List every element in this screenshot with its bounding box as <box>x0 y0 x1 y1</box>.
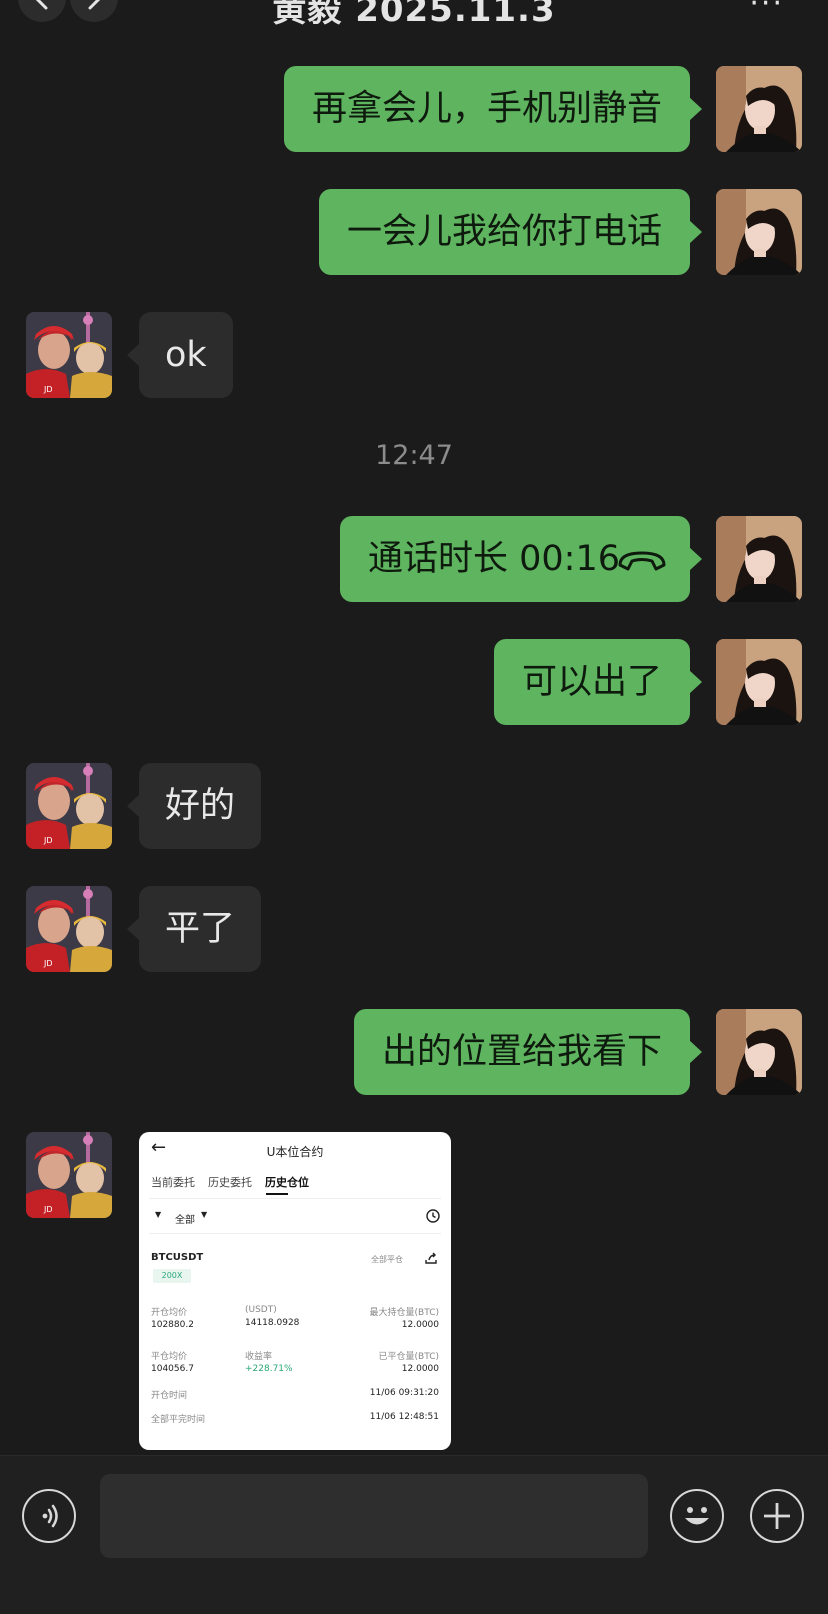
tab-underline <box>266 1193 288 1195</box>
close-avg-label: 平仓均价 <box>151 1352 188 1362</box>
filter-caret-icon: ▼ <box>155 1210 162 1219</box>
emoji-icon <box>685 1507 709 1525</box>
open-time-value: 11/06 09:31:20 <box>369 1388 439 1398</box>
divider <box>149 1198 441 1199</box>
filter-dropdown-icon: ▼ <box>201 1210 208 1219</box>
avatar-self[interactable] <box>716 1009 802 1095</box>
screenshot-title: U本位合约 <box>266 1145 324 1159</box>
message-text: 一会儿我给你打电话 <box>346 212 662 252</box>
tab-history-orders: 历史委托 <box>208 1176 252 1189</box>
filter-label: 全部 <box>175 1215 195 1226</box>
plus-icon <box>764 1503 790 1529</box>
open-avg-label: 开仓均价 <box>151 1308 188 1318</box>
avatar-image <box>716 516 802 602</box>
message-text: 可以出了 <box>521 662 662 702</box>
plus-button[interactable] <box>750 1489 804 1543</box>
avatar-image <box>716 639 802 725</box>
avatar-image <box>26 312 112 398</box>
voice-button[interactable] <box>22 1489 76 1543</box>
close-avg-value: 104056.7 <box>151 1364 194 1374</box>
message-bubble-incoming[interactable]: 平了 <box>126 886 262 972</box>
max-hold-value: 12.0000 <box>401 1320 439 1330</box>
close-time-value: 11/06 12:48:51 <box>369 1412 439 1422</box>
share-icon <box>425 1252 437 1264</box>
message-text: 好的 <box>165 786 236 826</box>
hangup-phone-icon <box>618 551 666 571</box>
message-bubble-outgoing[interactable]: 出的位置给我看下 <box>353 1009 703 1095</box>
roi-value: +228.71% <box>245 1364 293 1374</box>
avatar-self[interactable] <box>716 516 802 602</box>
voice-icon <box>42 1504 58 1528</box>
avatar-image <box>716 66 802 152</box>
call-record-bubble[interactable]: 通话时长 00:16 <box>340 516 702 602</box>
avatar-image <box>716 1009 802 1095</box>
avatar-self[interactable] <box>716 189 802 275</box>
leverage-badge: 200X <box>153 1269 191 1283</box>
closed-value: 12.0000 <box>401 1364 439 1374</box>
message-text: ok <box>165 335 207 375</box>
tab-history-positions: 历史仓位 <box>265 1176 309 1189</box>
roi-label: 收益率 <box>245 1352 273 1362</box>
chat-header: 黄毅 2025.11.3 ··· <box>0 0 828 30</box>
message-bubble-outgoing[interactable]: 再拿会儿，手机别静音 <box>283 66 703 152</box>
message-bubble-outgoing[interactable]: 可以出了 <box>493 639 703 725</box>
message-bubble-incoming[interactable]: 好的 <box>126 763 262 849</box>
clock-icon <box>426 1209 440 1223</box>
input-bar <box>0 1455 828 1614</box>
pnl-label: (USDT) <box>245 1305 277 1315</box>
close-all-label: 全部平仓 <box>371 1255 403 1264</box>
divider <box>149 1233 441 1234</box>
avatar-self[interactable] <box>716 639 802 725</box>
chat-title: 黄毅 2025.11.3 <box>272 0 556 30</box>
emoji-button[interactable] <box>670 1489 724 1543</box>
avatar-contact[interactable] <box>26 312 112 398</box>
message-timestamp: 12:47 <box>375 440 453 471</box>
avatar-self[interactable] <box>716 66 802 152</box>
message-text: 平了 <box>165 909 236 949</box>
closed-label: 已平仓量(BTC) <box>378 1352 439 1362</box>
avatar-contact[interactable] <box>26 1132 112 1218</box>
image-message-trade-screenshot[interactable]: ← U本位合约 当前委托 历史委托 历史仓位 ▼ 全部 ▼ BTCUSDT 全部… <box>139 1132 451 1450</box>
message-text: 再拿会儿，手机别静音 <box>311 89 662 129</box>
max-hold-label: 最大持仓量(BTC) <box>369 1308 439 1318</box>
open-time-label: 开仓时间 <box>151 1391 188 1401</box>
more-icon[interactable]: ··· <box>749 0 784 21</box>
avatar-image <box>26 763 112 849</box>
message-input[interactable] <box>100 1474 648 1558</box>
close-time-label: 全部平完时间 <box>151 1415 206 1425</box>
tab-current-orders: 当前委托 <box>151 1176 195 1189</box>
avatar-image <box>26 1132 112 1218</box>
avatar-contact[interactable] <box>26 886 112 972</box>
avatar-contact[interactable] <box>26 763 112 849</box>
message-bubble-outgoing[interactable]: 一会儿我给你打电话 <box>318 189 703 275</box>
message-bubble-incoming[interactable]: ok <box>127 312 233 398</box>
symbol: BTCUSDT <box>151 1252 204 1263</box>
avatar-image <box>26 886 112 972</box>
message-text: 出的位置给我看下 <box>381 1032 662 1072</box>
open-avg-value: 102880.2 <box>151 1320 194 1330</box>
avatar-image <box>716 189 802 275</box>
pnl-value: 14118.0928 <box>245 1318 300 1328</box>
message-text: 通话时长 00:16 <box>368 539 620 579</box>
